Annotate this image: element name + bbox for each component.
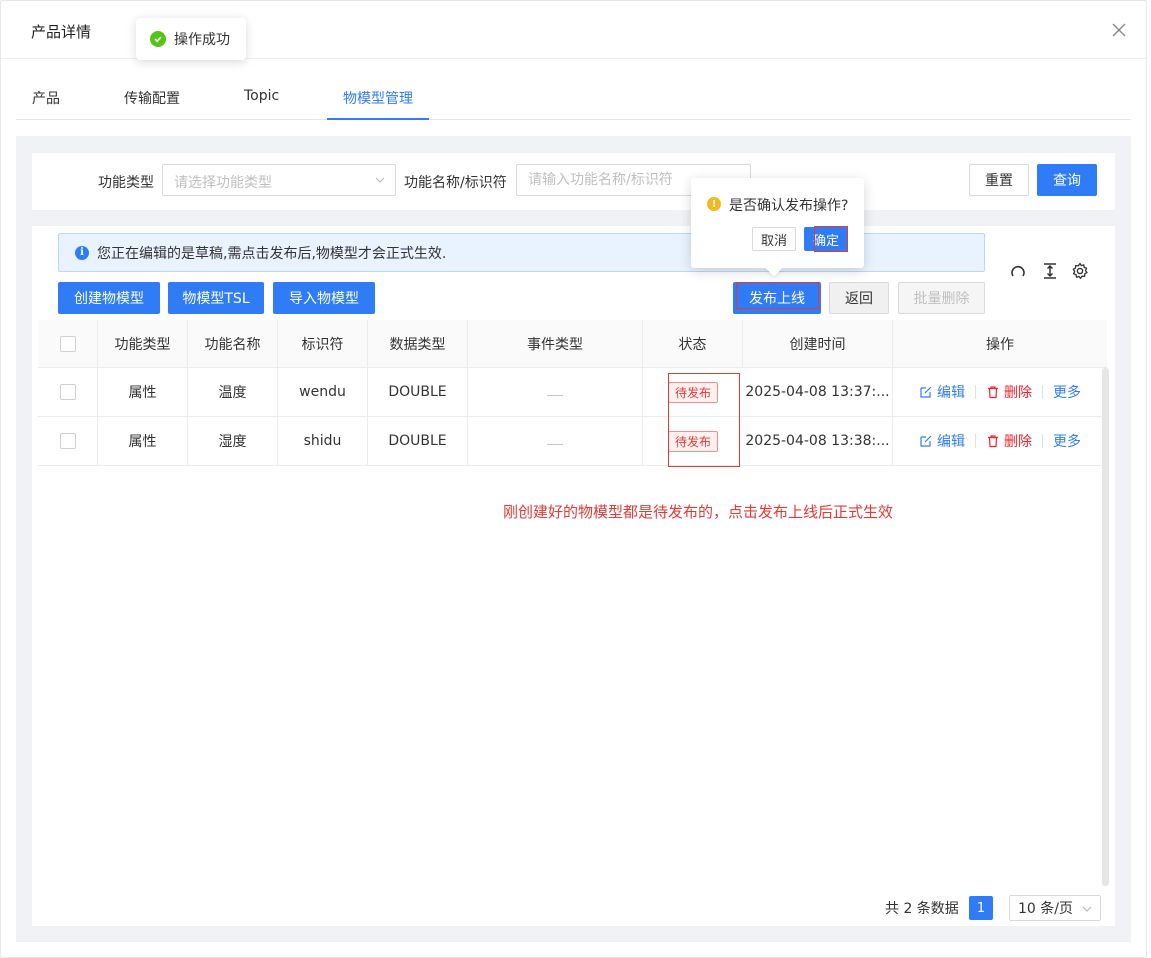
import-thing-model-button[interactable]: 导入物模型: [273, 282, 375, 314]
edit-icon: [920, 386, 932, 398]
header-status: 状态: [643, 320, 743, 367]
toast-text: 操作成功: [174, 32, 230, 48]
cell-actions: 编辑 删除 更多: [893, 417, 1107, 465]
page-size-select[interactable]: 10 条/页: [1009, 895, 1101, 921]
publish-highlight-box: [736, 282, 819, 309]
header-data-type: 数据类型: [368, 320, 468, 367]
edit-icon: [920, 435, 932, 447]
edit-label: 编辑: [937, 434, 965, 450]
page-size-value: 10 条/页: [1018, 901, 1073, 917]
edit-link[interactable]: 编辑: [919, 431, 965, 451]
publish-popconfirm: ! 是否确认发布操作? 取消 确定: [691, 178, 864, 277]
cell-actions: 编辑 删除 更多: [893, 368, 1107, 416]
function-name-label: 功能名称/标识符: [404, 175, 507, 191]
header-actions: 操作: [986, 336, 1014, 353]
warning-icon: !: [707, 197, 721, 211]
empty-dash: [547, 394, 563, 396]
active-tab-indicator: [327, 118, 429, 120]
row-select-cell: [38, 368, 98, 416]
chevron-down-icon: [375, 177, 385, 183]
cell-data-type: DOUBLE: [368, 417, 468, 465]
info-icon: i: [75, 245, 89, 260]
cell-data-type: DOUBLE: [368, 368, 468, 416]
more-link[interactable]: 更多: [1053, 382, 1081, 402]
cell-function-type: 属性: [98, 368, 188, 416]
query-button[interactable]: 查询: [1037, 164, 1097, 196]
header-created-time: 创建时间: [743, 320, 893, 367]
cell-function-name: 湿度: [188, 417, 278, 465]
search-form: 功能类型 请选择功能类型 功能名称/标识符 重置 查询: [32, 153, 1115, 210]
ok-highlight-box: [814, 226, 848, 252]
function-type-select[interactable]: 请选择功能类型: [162, 164, 396, 196]
thing-model-tsl-button[interactable]: 物模型TSL: [168, 282, 264, 314]
create-thing-model-button[interactable]: 创建物模型: [58, 282, 160, 314]
cell-function-type: 属性: [98, 417, 188, 465]
empty-dash: [547, 443, 563, 445]
row-checkbox[interactable]: [59, 384, 76, 400]
edit-label: 编辑: [937, 385, 965, 401]
action-divider: [1042, 434, 1043, 448]
cell-identifier: wendu: [278, 368, 368, 416]
batch-delete-button[interactable]: 批量删除: [898, 282, 985, 314]
tab-topic[interactable]: Topic: [244, 88, 279, 104]
cell-identifier: shidu: [278, 417, 368, 465]
select-all-checkbox[interactable]: [59, 335, 76, 352]
more-link[interactable]: 更多: [1053, 431, 1081, 451]
delete-link[interactable]: 删除: [986, 431, 1032, 451]
page-button-current[interactable]: 1: [969, 896, 993, 920]
gear-icon[interactable]: [1071, 262, 1089, 280]
table-header: 功能类型 功能名称 标识符 数据类型 事件类型 状态 创建时间 操作: [38, 320, 1107, 368]
tab-thing-model[interactable]: 物模型管理: [343, 88, 413, 108]
trash-icon: [988, 435, 998, 448]
status-highlight-box: [668, 373, 740, 467]
check-circle-icon: [150, 31, 166, 47]
cell-event-type: [468, 368, 643, 416]
header-identifier: 标识符: [278, 320, 368, 367]
cell-event-type: [468, 417, 643, 465]
function-type-label: 功能类型: [98, 175, 154, 191]
draft-alert-text: 您正在编辑的是草稿,需点击发布后,物模型才会正式生效.: [97, 245, 447, 262]
select-all-cell: [38, 320, 98, 367]
cell-function-name: 温度: [188, 368, 278, 416]
action-divider: [975, 434, 976, 448]
trash-icon: [988, 386, 998, 399]
refresh-icon[interactable]: [1009, 262, 1027, 280]
header-function-name: 功能名称: [188, 320, 278, 367]
delete-label: 删除: [1004, 385, 1032, 401]
reset-button[interactable]: 重置: [969, 164, 1029, 196]
thing-model-panel: i 您正在编辑的是草稿,需点击发布后,物模型才会正式生效. 创建物模型 物模型T…: [32, 226, 1115, 926]
table-row: 属性 温度 wendu DOUBLE 待发布 2025-04-08 13:37:…: [38, 368, 1107, 417]
pagination-total: 共 2 条数据: [885, 896, 959, 920]
dialog-title: 产品详情: [31, 23, 92, 41]
row-checkbox[interactable]: [59, 433, 76, 449]
popconfirm-cancel-button[interactable]: 取消: [752, 227, 796, 251]
popconfirm-text: 是否确认发布操作?: [729, 198, 849, 214]
table-scrollbar[interactable]: [1102, 368, 1109, 886]
header-function-type: 功能类型: [98, 320, 188, 367]
edit-link[interactable]: 编辑: [919, 382, 965, 402]
total-count-text: 共 2 条数据: [885, 901, 959, 917]
tab-bar: 产品 传输配置 Topic 物模型管理: [16, 78, 1131, 120]
chevron-down-icon: [1082, 906, 1092, 912]
cell-created-time: 2025-04-08 13:37:...: [743, 368, 893, 416]
function-type-placeholder: 请选择功能类型: [174, 175, 272, 191]
tab-transport-config[interactable]: 传输配置: [124, 88, 180, 108]
close-icon[interactable]: [1110, 21, 1128, 39]
header-event-type: 事件类型: [468, 320, 643, 367]
table-row: 属性 湿度 shidu DOUBLE 待发布 2025-04-08 13:38:…: [38, 417, 1107, 466]
action-divider: [975, 385, 976, 399]
success-toast: 操作成功: [136, 18, 246, 60]
annotation-note: 刚创建好的物模型都是待发布的，点击发布上线后正式生效: [503, 503, 894, 521]
delete-label: 删除: [1004, 434, 1032, 450]
row-select-cell: [38, 417, 98, 465]
delete-link[interactable]: 删除: [986, 382, 1032, 402]
action-divider: [1042, 385, 1043, 399]
cell-created-time: 2025-04-08 13:38:...: [743, 417, 893, 465]
back-button[interactable]: 返回: [829, 282, 889, 314]
column-height-icon[interactable]: [1041, 262, 1059, 280]
tab-product[interactable]: 产品: [32, 88, 60, 108]
